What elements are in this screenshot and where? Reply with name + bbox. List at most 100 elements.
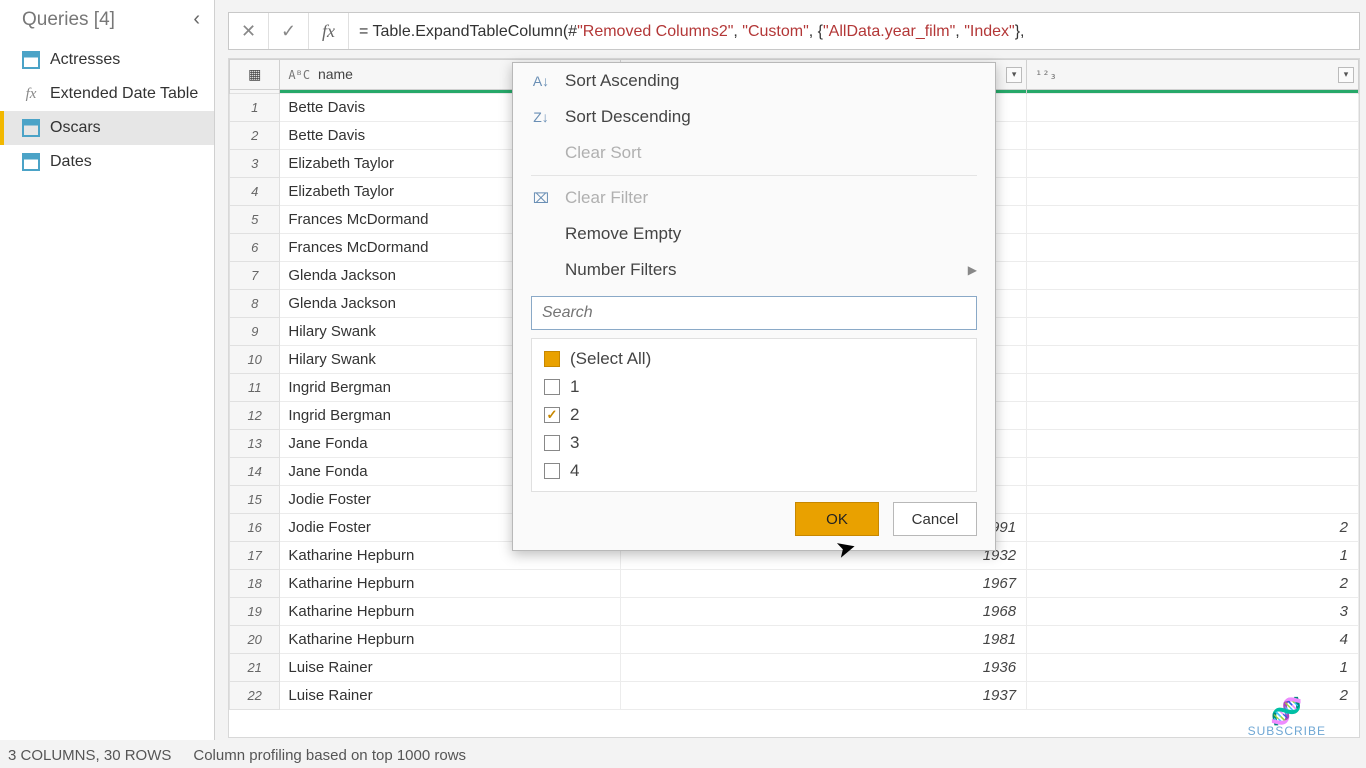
row-number[interactable]: 18 bbox=[230, 570, 280, 598]
cell-index[interactable] bbox=[1027, 178, 1359, 206]
formula-cancel-icon[interactable]: ✕ bbox=[229, 13, 269, 49]
row-number[interactable]: 7 bbox=[230, 262, 280, 290]
cell-index[interactable] bbox=[1027, 234, 1359, 262]
cell-index[interactable] bbox=[1027, 346, 1359, 374]
query-item-dates[interactable]: Dates bbox=[0, 145, 214, 179]
row-number[interactable]: 22 bbox=[230, 682, 280, 710]
checkbox-icon[interactable] bbox=[544, 407, 560, 423]
row-number[interactable]: 12 bbox=[230, 402, 280, 430]
cell-index[interactable] bbox=[1027, 374, 1359, 402]
row-number[interactable]: 4 bbox=[230, 178, 280, 206]
cell-index[interactable]: 4 bbox=[1027, 626, 1359, 654]
cell-year[interactable]: 1936 bbox=[621, 654, 1027, 682]
sort-ascending[interactable]: A↓ Sort Ascending bbox=[513, 63, 995, 99]
row-number[interactable]: 13 bbox=[230, 430, 280, 458]
table-icon bbox=[22, 52, 40, 68]
table-row[interactable]: 22Luise Rainer19372 bbox=[230, 682, 1359, 710]
cell-index[interactable]: 1 bbox=[1027, 542, 1359, 570]
status-cols-rows: 3 COLUMNS, 30 ROWS bbox=[8, 747, 171, 764]
query-item-actresses[interactable]: Actresses bbox=[0, 43, 214, 77]
checkbox-icon[interactable] bbox=[544, 351, 560, 367]
row-number[interactable]: 21 bbox=[230, 654, 280, 682]
column-dropdown-icon[interactable]: ▾ bbox=[1006, 67, 1022, 83]
cell-name[interactable]: Katharine Hepburn bbox=[280, 570, 621, 598]
filter-value[interactable]: 2 bbox=[540, 401, 968, 429]
table-row[interactable]: 19Katharine Hepburn19683 bbox=[230, 598, 1359, 626]
row-number[interactable]: 15 bbox=[230, 486, 280, 514]
collapse-queries-icon[interactable]: ‹ bbox=[193, 8, 200, 31]
cell-index[interactable] bbox=[1027, 430, 1359, 458]
queries-panel: Queries [4] ‹ ActressesfxExtended Date T… bbox=[0, 0, 215, 740]
checkbox-icon[interactable] bbox=[544, 435, 560, 451]
cell-year[interactable]: 1968 bbox=[621, 598, 1027, 626]
filter-value-label: (Select All) bbox=[570, 349, 651, 369]
row-number[interactable]: 5 bbox=[230, 206, 280, 234]
column-dropdown-icon[interactable]: ▾ bbox=[1338, 67, 1354, 83]
cell-index[interactable] bbox=[1027, 402, 1359, 430]
cell-index[interactable] bbox=[1027, 290, 1359, 318]
table-row[interactable]: 21Luise Rainer19361 bbox=[230, 654, 1359, 682]
cell-name[interactable]: Luise Rainer bbox=[280, 682, 621, 710]
row-number[interactable]: 10 bbox=[230, 346, 280, 374]
checkbox-icon[interactable] bbox=[544, 379, 560, 395]
cell-name[interactable]: Katharine Hepburn bbox=[280, 626, 621, 654]
column-header-index[interactable]: ¹²₃▾ bbox=[1027, 60, 1359, 90]
row-number[interactable]: 8 bbox=[230, 290, 280, 318]
cancel-button[interactable]: Cancel bbox=[893, 502, 977, 536]
formula-fx-icon[interactable]: fx bbox=[309, 13, 349, 49]
ok-button[interactable]: OK bbox=[795, 502, 879, 536]
row-number[interactable]: 16 bbox=[230, 514, 280, 542]
cell-year[interactable]: 1967 bbox=[621, 570, 1027, 598]
row-number[interactable]: 3 bbox=[230, 150, 280, 178]
cell-index[interactable] bbox=[1027, 458, 1359, 486]
filter-value[interactable]: 1 bbox=[540, 373, 968, 401]
cell-index[interactable]: 3 bbox=[1027, 598, 1359, 626]
formula-bar: ✕ ✓ fx = Table.ExpandTableColumn(#"Remov… bbox=[228, 12, 1360, 50]
cell-index[interactable]: 2 bbox=[1027, 570, 1359, 598]
row-number[interactable]: 6 bbox=[230, 234, 280, 262]
remove-empty[interactable]: Remove Empty bbox=[513, 216, 995, 252]
cell-index[interactable] bbox=[1027, 318, 1359, 346]
cell-index[interactable]: 1 bbox=[1027, 654, 1359, 682]
clear-sort: Clear Sort bbox=[513, 135, 995, 171]
cell-index[interactable] bbox=[1027, 94, 1359, 122]
sort-descending[interactable]: Z↓ Sort Descending bbox=[513, 99, 995, 135]
filter-value[interactable]: 4 bbox=[540, 457, 968, 485]
filter-dropdown: A↓ Sort Ascending Z↓ Sort Descending Cle… bbox=[512, 62, 996, 551]
query-item-oscars[interactable]: Oscars bbox=[0, 111, 214, 145]
query-item-label: Oscars bbox=[50, 119, 101, 137]
checkbox-icon[interactable] bbox=[544, 463, 560, 479]
filter-value[interactable]: 3 bbox=[540, 429, 968, 457]
filter-value[interactable]: (Select All) bbox=[540, 345, 968, 373]
sort-asc-icon: A↓ bbox=[531, 73, 551, 89]
cell-year[interactable]: 1981 bbox=[621, 626, 1027, 654]
subscribe-watermark: 🧬 SUBSCRIBE bbox=[1248, 698, 1326, 738]
formula-commit-icon[interactable]: ✓ bbox=[269, 13, 309, 49]
row-number[interactable]: 2 bbox=[230, 122, 280, 150]
cell-index[interactable] bbox=[1027, 206, 1359, 234]
row-number[interactable]: 19 bbox=[230, 598, 280, 626]
cell-year[interactable]: 1937 bbox=[621, 682, 1027, 710]
cell-name[interactable]: Luise Rainer bbox=[280, 654, 621, 682]
row-number[interactable]: 9 bbox=[230, 318, 280, 346]
cell-index[interactable] bbox=[1027, 486, 1359, 514]
cell-index[interactable] bbox=[1027, 262, 1359, 290]
cell-index[interactable] bbox=[1027, 150, 1359, 178]
formula-text[interactable]: = Table.ExpandTableColumn(#"Removed Colu… bbox=[349, 21, 1359, 41]
row-number[interactable]: 1 bbox=[230, 94, 280, 122]
table-row[interactable]: 20Katharine Hepburn19814 bbox=[230, 626, 1359, 654]
number-filters[interactable]: Number Filters ▶ bbox=[513, 252, 995, 288]
table-icon bbox=[22, 120, 40, 136]
row-number[interactable]: 11 bbox=[230, 374, 280, 402]
cell-name[interactable]: Katharine Hepburn bbox=[280, 598, 621, 626]
row-number[interactable]: 20 bbox=[230, 626, 280, 654]
grid-corner[interactable]: ▦ bbox=[230, 60, 280, 90]
query-item-label: Extended Date Table bbox=[50, 85, 198, 103]
row-number[interactable]: 14 bbox=[230, 458, 280, 486]
query-item-extended-date-table[interactable]: fxExtended Date Table bbox=[0, 77, 214, 111]
table-row[interactable]: 18Katharine Hepburn19672 bbox=[230, 570, 1359, 598]
cell-index[interactable] bbox=[1027, 122, 1359, 150]
cell-index[interactable]: 2 bbox=[1027, 514, 1359, 542]
row-number[interactable]: 17 bbox=[230, 542, 280, 570]
filter-search-input[interactable] bbox=[531, 296, 977, 330]
